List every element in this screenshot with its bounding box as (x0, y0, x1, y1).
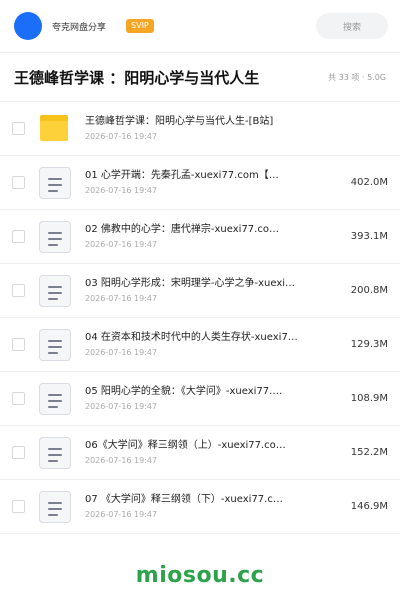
file-date: 2026-07-16 19:47 (85, 186, 158, 195)
document-icon (39, 274, 71, 307)
list-item[interactable]: 01 心学开端：先秦孔孟-xuexi77.com【… 2026-07-16 19… (0, 156, 400, 210)
file-size: 152.2M (350, 447, 388, 458)
file-name: 03 阳明心学形成：宋明理学-心学之争-xuexi… (85, 278, 296, 289)
folder-icon (39, 113, 71, 145)
file-size: 402.0M (350, 177, 388, 188)
file-date: 2026-07-16 19:47 (85, 456, 158, 465)
app-header: 夸克网盘分享 SVIP 搜索 (0, 0, 400, 52)
page-title: 王德峰哲学课 ：阳明心学与当代人生 (14, 68, 260, 87)
list-item[interactable]: 05 阳明心学的全貌：《大学问》-xuexi77.… 2026-07-16 19… (0, 372, 400, 426)
list-item[interactable]: 07 《大学问》释三纲领（下）-xuexi77.c… 2026-07-16 19… (0, 480, 400, 534)
select-checkbox[interactable] (12, 446, 25, 459)
item-count: 共 33 项 · 5.0G (328, 72, 386, 82)
file-date: 2026-07-16 19:47 (85, 294, 158, 303)
file-name: 05 阳明心学的全貌：《大学问》-xuexi77.… (85, 386, 283, 397)
item-meta: 王德峰哲学课：阳明心学与当代人生-[B站] 2026-07-16 19:47 (85, 115, 380, 142)
document-icon (39, 328, 71, 361)
file-name: 06《大学问》释三纲领（上）-xuexi77.co… (85, 440, 286, 451)
select-checkbox[interactable] (12, 284, 25, 297)
folder-title-bar: 王德峰哲学课 ：阳明心学与当代人生 共 33 项 · 5.0G (0, 53, 400, 102)
file-name: 01 心学开端：先秦孔孟-xuexi77.com【… (85, 170, 279, 181)
file-date: 2026-07-16 19:47 (85, 132, 158, 141)
avatar[interactable] (14, 12, 42, 40)
document-icon (39, 166, 71, 199)
file-date: 2026-07-16 19:47 (85, 402, 158, 411)
select-checkbox[interactable] (12, 122, 25, 135)
document-icon (39, 436, 71, 469)
select-checkbox[interactable] (12, 230, 25, 243)
brand-name: 夸克网盘分享 (52, 22, 107, 33)
file-list: 王德峰哲学课：阳明心学与当代人生-[B站] 2026-07-16 19:47 0… (0, 102, 400, 534)
file-date: 2026-07-16 19:47 (85, 510, 158, 519)
item-meta: 03 阳明心学形成：宋明理学-心学之争-xuexi… 2026-07-16 19… (85, 277, 343, 304)
item-meta: 04 在资本和技术时代中的人类生存状-xuexi7… 2026-07-16 19… (85, 331, 343, 358)
item-meta: 06《大学问》释三纲领（上）-xuexi77.co… 2026-07-16 19… (85, 439, 343, 466)
file-size: 108.9M (350, 393, 388, 404)
select-checkbox[interactable] (12, 176, 25, 189)
file-date: 2026-07-16 19:47 (85, 348, 158, 357)
file-size: 129.3M (350, 339, 388, 350)
file-name: 07 《大学问》释三纲领（下）-xuexi77.c… (85, 494, 283, 505)
list-item[interactable]: 03 阳明心学形成：宋明理学-心学之争-xuexi… 2026-07-16 19… (0, 264, 400, 318)
search-label: 搜索 (342, 22, 361, 33)
document-icon (39, 382, 71, 415)
file-name: 04 在资本和技术时代中的人类生存状-xuexi7… (85, 332, 298, 343)
file-name: 王德峰哲学课：阳明心学与当代人生-[B站] (85, 116, 274, 127)
list-item[interactable]: 04 在资本和技术时代中的人类生存状-xuexi7… 2026-07-16 19… (0, 318, 400, 372)
list-item[interactable]: 02 佛教中的心学：唐代禅宗-xuexi77.co… 2026-07-16 19… (0, 210, 400, 264)
file-date: 2026-07-16 19:47 (85, 240, 158, 249)
select-checkbox[interactable] (12, 338, 25, 351)
svip-badge: SVIP (126, 19, 154, 33)
item-meta: 05 阳明心学的全貌：《大学问》-xuexi77.… 2026-07-16 19… (85, 385, 343, 412)
search-button[interactable]: 搜索 (316, 13, 388, 39)
item-meta: 01 心学开端：先秦孔孟-xuexi77.com【… 2026-07-16 19… (85, 169, 343, 196)
file-size: 200.8M (350, 285, 388, 296)
document-icon (39, 490, 71, 523)
list-item[interactable]: 06《大学问》释三纲领（上）-xuexi77.co… 2026-07-16 19… (0, 426, 400, 480)
file-size: 393.1M (350, 231, 388, 242)
document-icon (39, 220, 71, 253)
list-item[interactable]: 王德峰哲学课：阳明心学与当代人生-[B站] 2026-07-16 19:47 (0, 102, 400, 156)
item-meta: 02 佛教中的心学：唐代禅宗-xuexi77.co… 2026-07-16 19… (85, 223, 343, 250)
select-checkbox[interactable] (12, 500, 25, 513)
site-watermark: miosou.cc (135, 563, 265, 588)
file-size: 146.9M (350, 501, 388, 512)
select-checkbox[interactable] (12, 392, 25, 405)
file-name: 02 佛教中的心学：唐代禅宗-xuexi77.co… (85, 224, 279, 235)
item-meta: 07 《大学问》释三纲领（下）-xuexi77.c… 2026-07-16 19… (85, 493, 343, 520)
